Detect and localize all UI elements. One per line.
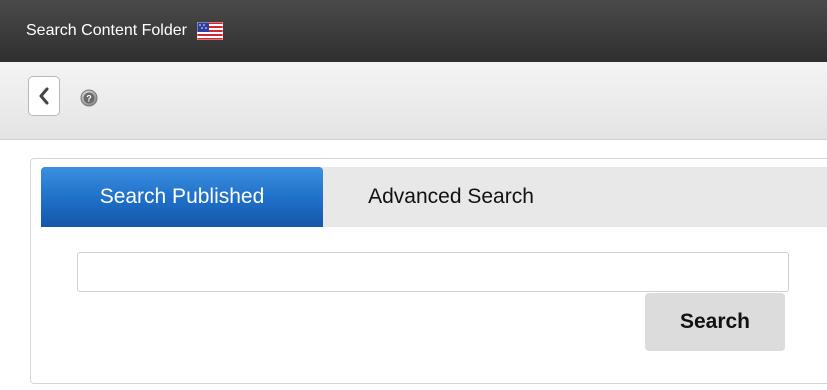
window-title: Search Content Folder [26, 22, 187, 39]
help-icon: ? [80, 89, 98, 107]
tab-search-published[interactable]: Search Published [41, 167, 323, 227]
search-button[interactable]: Search [645, 293, 785, 351]
chevron-left-icon [39, 87, 49, 105]
us-flag-icon [196, 21, 224, 41]
svg-text:?: ? [86, 94, 92, 104]
toolbar: ? [0, 62, 827, 140]
tab-bar: Search Published Advanced Search [41, 167, 827, 227]
help-button[interactable]: ? [80, 89, 98, 107]
back-button[interactable] [28, 76, 60, 116]
tab-advanced-search[interactable]: Advanced Search [323, 167, 579, 227]
search-input[interactable] [77, 252, 789, 292]
title-bar: Search Content Folder [0, 0, 827, 62]
search-panel: Search Published Advanced Search Search [30, 158, 827, 384]
